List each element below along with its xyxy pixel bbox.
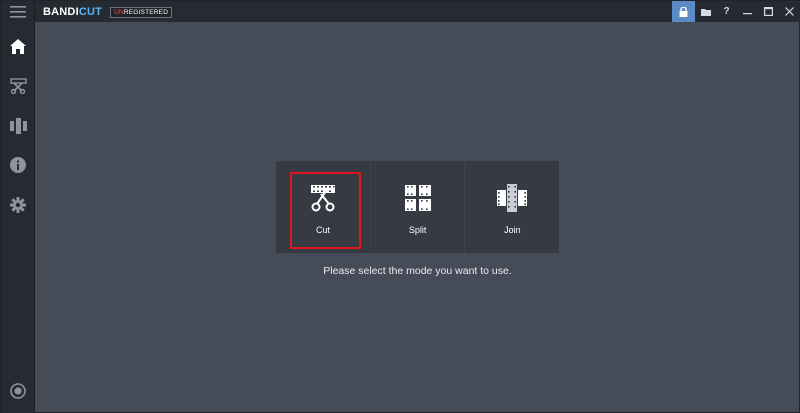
sidebar-item-settings[interactable] <box>1 187 35 223</box>
cut-tool-icon <box>9 78 27 94</box>
mode-selector: Cut Split Join <box>276 161 560 253</box>
join-mode-label: Join <box>504 225 521 235</box>
folder-icon <box>700 8 711 16</box>
help-icon: ? <box>723 6 730 17</box>
app-logo: BANDICUT <box>43 6 103 18</box>
sidebar-item-cut[interactable] <box>1 68 35 104</box>
open-folder-button[interactable] <box>695 1 716 22</box>
mode-hint-text: Please select the mode you want to use. <box>323 265 512 277</box>
join-film-icon <box>497 184 528 212</box>
split-mode-button[interactable]: Split <box>370 161 465 253</box>
cut-mode-label: Cut <box>315 225 330 235</box>
record-icon <box>10 383 26 399</box>
lock-icon <box>679 6 688 17</box>
info-icon <box>10 157 26 173</box>
app-window: BANDICUT UNREGISTERED ? Cut Split Join P… <box>0 0 800 413</box>
scissors-film-icon <box>311 185 335 212</box>
split-film-icon <box>404 185 431 211</box>
registration-badge[interactable]: UNREGISTERED <box>110 6 173 18</box>
close-button[interactable] <box>779 1 800 22</box>
home-icon <box>10 38 26 54</box>
menu-button[interactable] <box>1 1 35 23</box>
settings-icon <box>10 197 26 213</box>
split-mode-label: Split <box>408 225 427 235</box>
close-icon <box>785 7 794 16</box>
maximize-icon <box>764 7 773 16</box>
minimize-button[interactable] <box>737 1 758 22</box>
sidebar <box>1 1 35 413</box>
sidebar-item-home[interactable] <box>1 28 35 64</box>
join-mode-button[interactable]: Join <box>465 161 560 253</box>
join-tool-icon <box>9 118 27 134</box>
menu-icon <box>10 6 26 18</box>
sidebar-item-info[interactable] <box>1 147 35 183</box>
minimize-icon <box>743 13 752 15</box>
sidebar-item-record[interactable] <box>1 373 35 409</box>
lock-button[interactable] <box>672 1 695 22</box>
cut-mode-button[interactable]: Cut <box>276 161 370 253</box>
title-bar: BANDICUT UNREGISTERED ? <box>35 1 800 22</box>
window-controls: ? <box>672 1 800 22</box>
sidebar-item-join[interactable] <box>1 108 35 144</box>
help-button[interactable]: ? <box>716 1 737 22</box>
maximize-button[interactable] <box>758 1 779 22</box>
brand: BANDICUT UNREGISTERED <box>43 6 173 18</box>
